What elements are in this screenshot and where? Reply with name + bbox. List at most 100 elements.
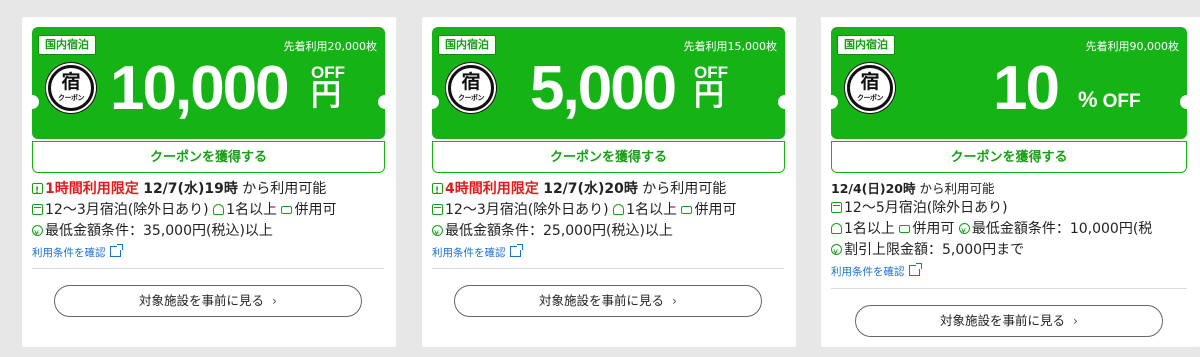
seal-kanji: 宿 — [61, 71, 81, 93]
view-facilities-label: 対象施設を事前に見る — [939, 313, 1065, 328]
discount-amount: 10 — [993, 54, 1060, 123]
person-icon — [213, 204, 225, 215]
chevron-right-icon: › — [1073, 313, 1078, 328]
start-datetime: 12/4(日)20時 — [831, 181, 916, 196]
get-coupon-button[interactable]: クーポンを獲得する — [432, 141, 785, 173]
ticket-notch — [1180, 95, 1187, 109]
people-count: 1名以上 — [226, 202, 278, 218]
seal-kanji: 宿 — [860, 71, 880, 93]
coupon-list: 国内宿泊 先着利用20,000枚 宿 クーポン 10,000 OFF 円 クーポ… — [0, 0, 1200, 357]
ticket-icon — [681, 206, 693, 214]
external-link-icon — [908, 263, 922, 276]
time-limited-label: 4時間利用限定 — [445, 181, 539, 197]
off-label: OFF — [1102, 91, 1141, 112]
calendar-icon — [432, 204, 443, 215]
get-coupon-button[interactable]: クーポンを獲得する — [32, 141, 385, 173]
min-amount: 最低金額条件：10,000円(税 — [971, 221, 1153, 237]
coupon-card: 国内宿泊 先着利用15,000枚 宿 クーポン 5,000 OFF 円 クーポン… — [422, 17, 796, 347]
coupon-conditions: 4時間利用限定 12/7(水)20時 から利用可能 12〜3月宿泊(除外日あり)… — [432, 179, 792, 263]
percent-off: % OFF — [1078, 87, 1141, 113]
view-facilities-label: 対象施設を事前に見る — [138, 293, 264, 308]
ticket-notch — [831, 95, 838, 109]
ticket-icon — [899, 225, 911, 233]
coupon-card: 国内宿泊 先着利用20,000枚 宿 クーポン 10,000 OFF 円 クーポ… — [22, 17, 396, 347]
stay-period: 12〜3月宿泊(除外日あり) — [445, 202, 609, 218]
yen-unit: 円 — [311, 79, 341, 112]
get-coupon-button[interactable]: クーポンを獲得する — [831, 141, 1187, 173]
percent-sign: % — [1078, 87, 1098, 112]
coupon-ticket: 国内宿泊 先着利用20,000枚 宿 クーポン 10,000 OFF 円 — [32, 27, 385, 139]
terms-link-label: 利用条件を確認 — [831, 266, 905, 278]
alert-icon — [432, 181, 443, 202]
available-from: から利用可能 — [242, 181, 327, 197]
time-limited-label: 1時間利用限定 — [45, 181, 139, 197]
view-facilities-button[interactable]: 対象施設を事前に見る › — [454, 285, 762, 317]
external-link-icon — [509, 244, 523, 257]
coupon-ticket: 国内宿泊 先着利用15,000枚 宿 クーポン 5,000 OFF 円 — [432, 27, 785, 139]
combinable: 併用可 — [912, 221, 955, 237]
lodging-coupon-seal-icon: 宿 クーポン — [847, 65, 893, 111]
coupon-conditions: 12/4(日)20時 から利用可能 12〜5月宿泊(除外日あり) 1名以上 併用… — [831, 179, 1191, 282]
terms-link[interactable]: 利用条件を確認 — [432, 244, 523, 259]
category-tag: 国内宿泊 — [38, 35, 96, 55]
person-icon — [613, 204, 625, 215]
coupon-ticket: 国内宿泊 先着利用90,000枚 宿 クーポン 10 % OFF — [831, 27, 1187, 139]
stay-period: 12〜5月宿泊(除外日あり) — [844, 200, 1008, 216]
usage-limit: 先着利用20,000枚 — [283, 40, 378, 53]
stay-period: 12〜3月宿泊(除外日あり) — [45, 202, 209, 218]
usage-limit: 先着利用90,000枚 — [1085, 40, 1180, 53]
chevron-right-icon: › — [272, 293, 277, 308]
discount-cap: 割引上限金額：5,000円まで — [844, 242, 1025, 258]
ticket-icon — [281, 206, 293, 214]
ticket-notch — [32, 95, 39, 109]
terms-link-label: 利用条件を確認 — [432, 247, 506, 259]
seal-sub: クーポン — [58, 94, 85, 102]
alert-icon — [32, 181, 43, 202]
combinable: 併用可 — [694, 202, 737, 218]
chevron-right-icon: › — [672, 293, 677, 308]
yen-unit: 円 — [694, 79, 724, 112]
view-facilities-label: 対象施設を事前に見る — [538, 293, 664, 308]
external-link-icon — [109, 244, 123, 257]
lodging-coupon-seal-icon: 宿 クーポン — [448, 65, 494, 111]
calendar-icon — [32, 204, 43, 215]
ticket-notch — [778, 95, 785, 109]
seal-sub: クーポン — [458, 94, 485, 102]
terms-link[interactable]: 利用条件を確認 — [32, 244, 123, 259]
coupon-card: 国内宿泊 先着利用90,000枚 宿 クーポン 10 % OFF クーポンを獲得す… — [821, 17, 1200, 347]
terms-link[interactable]: 利用条件を確認 — [831, 263, 922, 278]
yen-circle-icon — [32, 223, 43, 244]
start-datetime: 12/7(水)20時 — [543, 181, 638, 197]
discount-amount: 5,000 — [530, 54, 677, 123]
people-count: 1名以上 — [844, 221, 895, 237]
seal-kanji: 宿 — [461, 71, 481, 93]
coupon-conditions: 1時間利用限定 12/7(水)19時 から利用可能 12〜3月宿泊(除外日あり)… — [32, 179, 392, 263]
ticket-notch — [432, 95, 439, 109]
available-from: から利用可能 — [642, 181, 727, 197]
min-amount: 最低金額条件：25,000円(税込)以上 — [445, 223, 673, 239]
yen-circle-icon — [432, 223, 443, 244]
yen-circle-icon — [831, 242, 842, 263]
usage-limit: 先着利用15,000枚 — [683, 40, 778, 53]
off-unit: OFF 円 — [311, 64, 345, 112]
calendar-icon — [831, 202, 842, 213]
min-amount: 最低金額条件：35,000円(税込)以上 — [45, 223, 273, 239]
view-facilities-button[interactable]: 対象施設を事前に見る › — [855, 305, 1163, 337]
yen-circle-icon — [958, 221, 970, 242]
off-unit: OFF 円 — [694, 64, 728, 112]
divider — [432, 268, 784, 269]
terms-link-label: 利用条件を確認 — [32, 247, 106, 259]
view-facilities-button[interactable]: 対象施設を事前に見る › — [54, 285, 362, 317]
available-from: から利用可能 — [919, 181, 995, 196]
seal-sub: クーポン — [857, 94, 884, 102]
divider — [831, 288, 1187, 289]
discount-amount: 10,000 — [110, 54, 290, 123]
divider — [32, 268, 384, 269]
ticket-notch — [378, 95, 385, 109]
start-datetime: 12/7(水)19時 — [143, 181, 238, 197]
lodging-coupon-seal-icon: 宿 クーポン — [48, 65, 94, 111]
people-count: 1名以上 — [626, 202, 678, 218]
person-icon — [831, 223, 842, 234]
category-tag: 国内宿泊 — [837, 35, 895, 55]
category-tag: 国内宿泊 — [438, 35, 496, 55]
